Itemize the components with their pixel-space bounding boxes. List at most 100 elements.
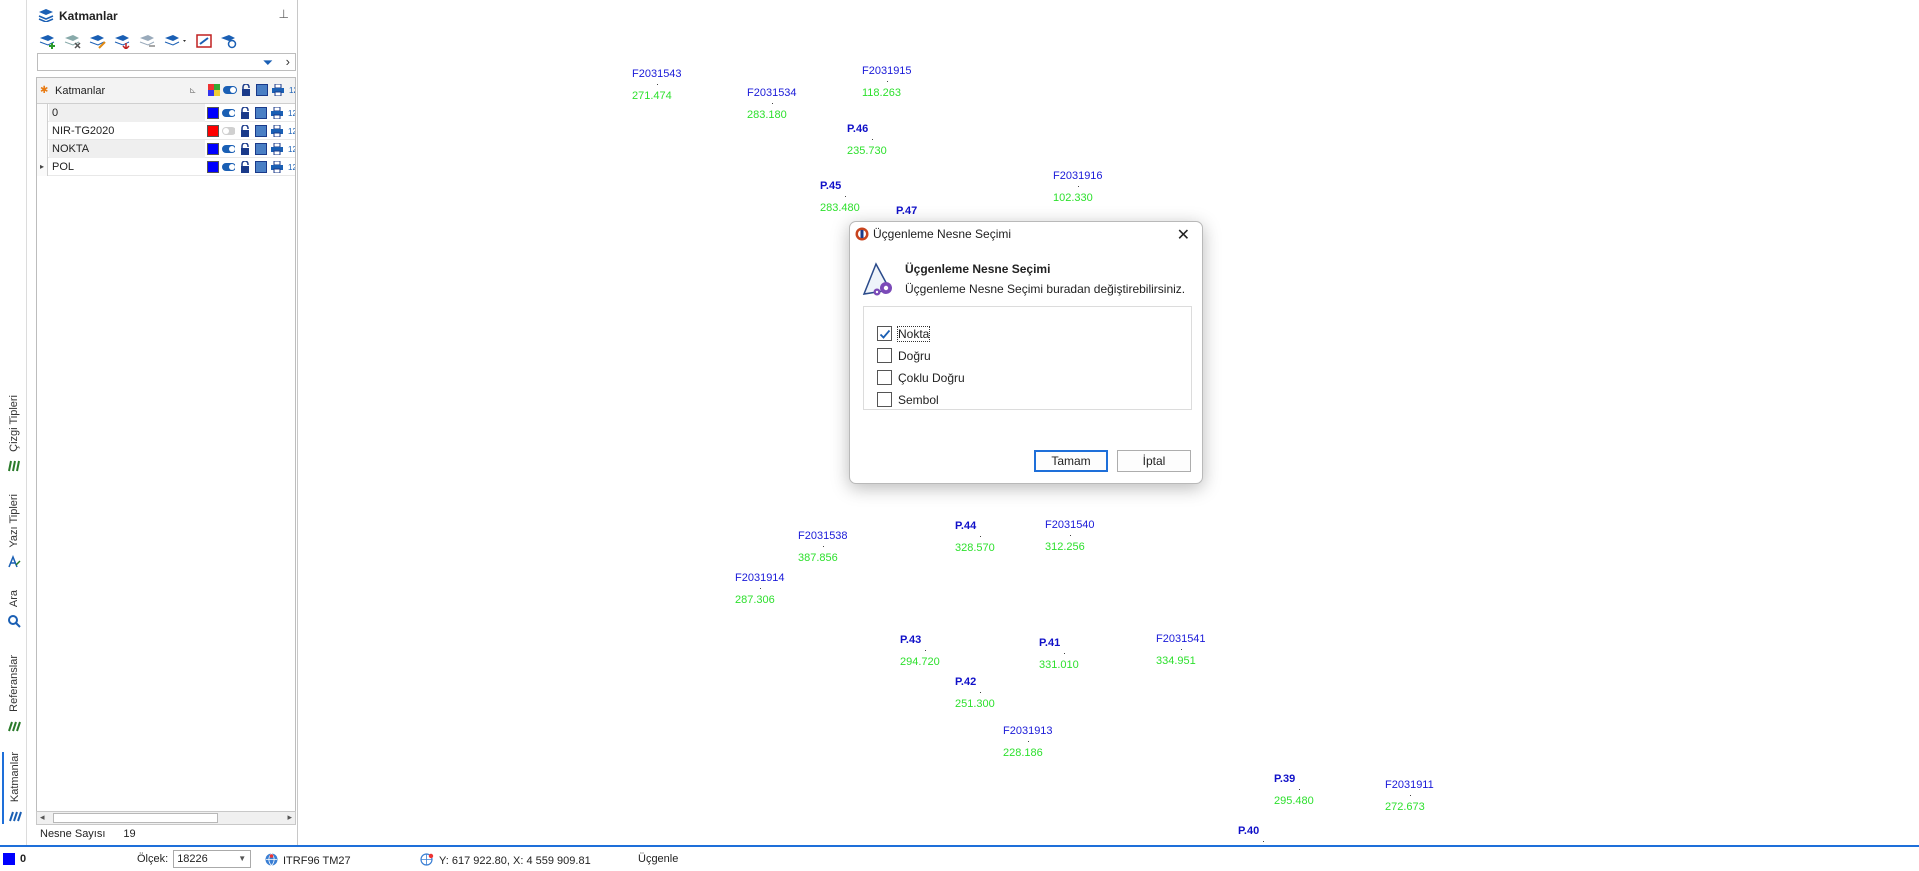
row-selector[interactable]: ▸ xyxy=(37,158,48,176)
row-selector[interactable] xyxy=(37,104,48,122)
layer-color-swatch[interactable] xyxy=(207,160,219,173)
map-point-label[interactable]: F2031913 228.186 xyxy=(1003,725,1053,759)
checkbox-dogru[interactable] xyxy=(877,348,892,363)
refresh-layers-button[interactable] xyxy=(219,32,239,50)
current-layer[interactable]: 0 xyxy=(3,853,26,865)
print-icon[interactable] xyxy=(270,106,283,119)
layer-row[interactable]: NIR-TG2020 12 xyxy=(37,122,295,140)
layer-options-dropdown[interactable] xyxy=(163,32,189,50)
map-point-label[interactable]: F2031914 287.306 xyxy=(735,572,785,606)
map-point-label[interactable]: F2031538 387.856 xyxy=(798,530,848,564)
map-point-label[interactable]: P.39 295.480 xyxy=(1274,773,1314,807)
layer-color-swatch[interactable] xyxy=(207,142,219,155)
horizontal-scrollbar[interactable]: ◂ ▸ xyxy=(36,811,296,825)
layer-filter-input[interactable]: ⏷ › xyxy=(37,53,296,71)
map-point-label[interactable]: F2031541 334.951 xyxy=(1156,633,1206,667)
cancel-button[interactable]: İptal xyxy=(1117,450,1191,472)
map-point-label[interactable]: P.46 235.730 xyxy=(847,123,887,157)
tab-katmanlar[interactable]: Katmanlar xyxy=(2,752,26,825)
grid-header-name[interactable]: Katmanlar xyxy=(55,85,105,97)
map-point-label[interactable]: F2031534 283.180 xyxy=(747,87,797,121)
edit-layer-button[interactable] xyxy=(88,32,108,50)
crs-indicator[interactable]: ITRF96 TM27 xyxy=(265,853,351,869)
scroll-right-icon[interactable]: ▸ xyxy=(287,812,292,823)
tab-ara[interactable]: Ara xyxy=(2,590,26,629)
scroll-left-icon[interactable]: ◂ xyxy=(40,812,45,823)
layer-row[interactable]: 0 12 xyxy=(37,104,295,122)
visibility-column-icon[interactable] xyxy=(223,83,237,97)
layer-name[interactable]: POL xyxy=(49,158,205,176)
print-icon[interactable] xyxy=(270,160,283,173)
map-point-label[interactable]: P.45 283.480 xyxy=(820,180,860,214)
map-point-label[interactable]: F2031543 271.474 xyxy=(632,68,682,102)
checkbox-nokta[interactable] xyxy=(877,326,892,341)
lock-icon[interactable] xyxy=(238,142,251,155)
fill-icon[interactable] xyxy=(254,142,267,155)
pin-icon[interactable]: ⊥ xyxy=(279,7,289,21)
color-column-icon[interactable] xyxy=(207,83,221,97)
lock-column-icon[interactable] xyxy=(239,83,253,97)
fill-icon[interactable] xyxy=(254,124,267,137)
sort-icon[interactable]: ⊾ xyxy=(189,85,197,96)
fill-icon[interactable] xyxy=(254,160,267,173)
checkbox-sembol[interactable] xyxy=(877,392,892,407)
row-selector[interactable] xyxy=(37,122,48,140)
layer-color-swatch[interactable] xyxy=(207,106,219,119)
visibility-toggle-icon[interactable] xyxy=(222,142,235,155)
lock-icon[interactable] xyxy=(238,160,251,173)
map-point-label[interactable]: P.41 331.010 xyxy=(1039,637,1079,671)
print-icon[interactable] xyxy=(270,124,283,137)
option-sembol[interactable]: Sembol xyxy=(877,392,939,407)
filter-icon[interactable]: ⏷ xyxy=(263,55,273,71)
map-point-label[interactable]: F2031915 118.263 xyxy=(862,65,912,99)
tab-yazi-tipleri[interactable]: Yazı Tipleri xyxy=(2,494,26,570)
scroll-thumb[interactable] xyxy=(53,813,218,823)
print-icon[interactable] xyxy=(270,142,283,155)
fill-column-icon[interactable] xyxy=(255,83,269,97)
checkbox-coklu-dogru[interactable] xyxy=(877,370,892,385)
map-point-label[interactable]: F2031916 102.330 xyxy=(1053,170,1103,204)
fill-icon[interactable] xyxy=(254,106,267,119)
number-icon[interactable]: 12 xyxy=(286,124,296,137)
visibility-toggle-icon[interactable] xyxy=(222,160,235,173)
layer-name[interactable]: NIR-TG2020 xyxy=(49,122,205,140)
lock-icon[interactable] xyxy=(238,124,251,137)
layer-row[interactable]: ▸ POL 12 xyxy=(37,158,295,176)
number-column-icon[interactable]: 12 xyxy=(287,83,295,97)
print-column-icon[interactable] xyxy=(271,83,285,97)
map-point-label[interactable]: P.43 294.720 xyxy=(900,634,940,668)
chevron-right-icon[interactable]: › xyxy=(286,54,290,69)
map-point-label[interactable]: P.40 xyxy=(1238,825,1264,847)
option-label[interactable]: Sembol xyxy=(898,393,939,407)
option-label[interactable]: Doğru xyxy=(898,349,931,363)
merge-layer-button[interactable] xyxy=(138,32,158,50)
layer-name[interactable]: NOKTA xyxy=(49,140,205,158)
visibility-toggle-icon[interactable] xyxy=(222,106,235,119)
move-layer-button[interactable] xyxy=(113,32,133,50)
visibility-toggle-icon[interactable] xyxy=(222,124,235,137)
lock-icon[interactable] xyxy=(238,106,251,119)
number-icon[interactable]: 12 xyxy=(286,106,296,119)
ok-button[interactable]: Tamam xyxy=(1034,450,1108,472)
close-icon[interactable]: ✕ xyxy=(1177,225,1190,245)
tab-cizgi-tipleri[interactable]: Çizgi Tipleri xyxy=(2,395,26,474)
number-icon[interactable]: 12 xyxy=(286,142,296,155)
map-point-label[interactable]: F2031911 272.673 xyxy=(1385,779,1434,813)
add-layer-button[interactable] xyxy=(38,32,58,50)
layer-row[interactable]: NOKTA 12 xyxy=(37,140,295,158)
map-point-label[interactable]: P.44 328.570 xyxy=(955,520,995,554)
zoom-extent-button[interactable] xyxy=(194,32,214,50)
layer-color-swatch[interactable] xyxy=(207,124,219,137)
option-label[interactable]: Çoklu Doğru xyxy=(898,371,965,385)
tab-referanslar[interactable]: Referanslar xyxy=(2,655,26,734)
option-nokta[interactable]: Nokta xyxy=(877,325,931,342)
map-point-label[interactable]: F2031540 312.256 xyxy=(1045,519,1095,553)
scale-select[interactable]: 18226 ▼ xyxy=(173,850,252,868)
option-coklu-dogru[interactable]: Çoklu Doğru xyxy=(877,370,965,385)
option-label[interactable]: Nokta xyxy=(896,325,931,342)
delete-layer-button[interactable] xyxy=(63,32,83,50)
row-selector[interactable] xyxy=(37,140,48,158)
option-dogru[interactable]: Doğru xyxy=(877,348,931,363)
map-point-label[interactable]: P.42 251.300 xyxy=(955,676,995,710)
number-icon[interactable]: 12 xyxy=(286,160,296,173)
